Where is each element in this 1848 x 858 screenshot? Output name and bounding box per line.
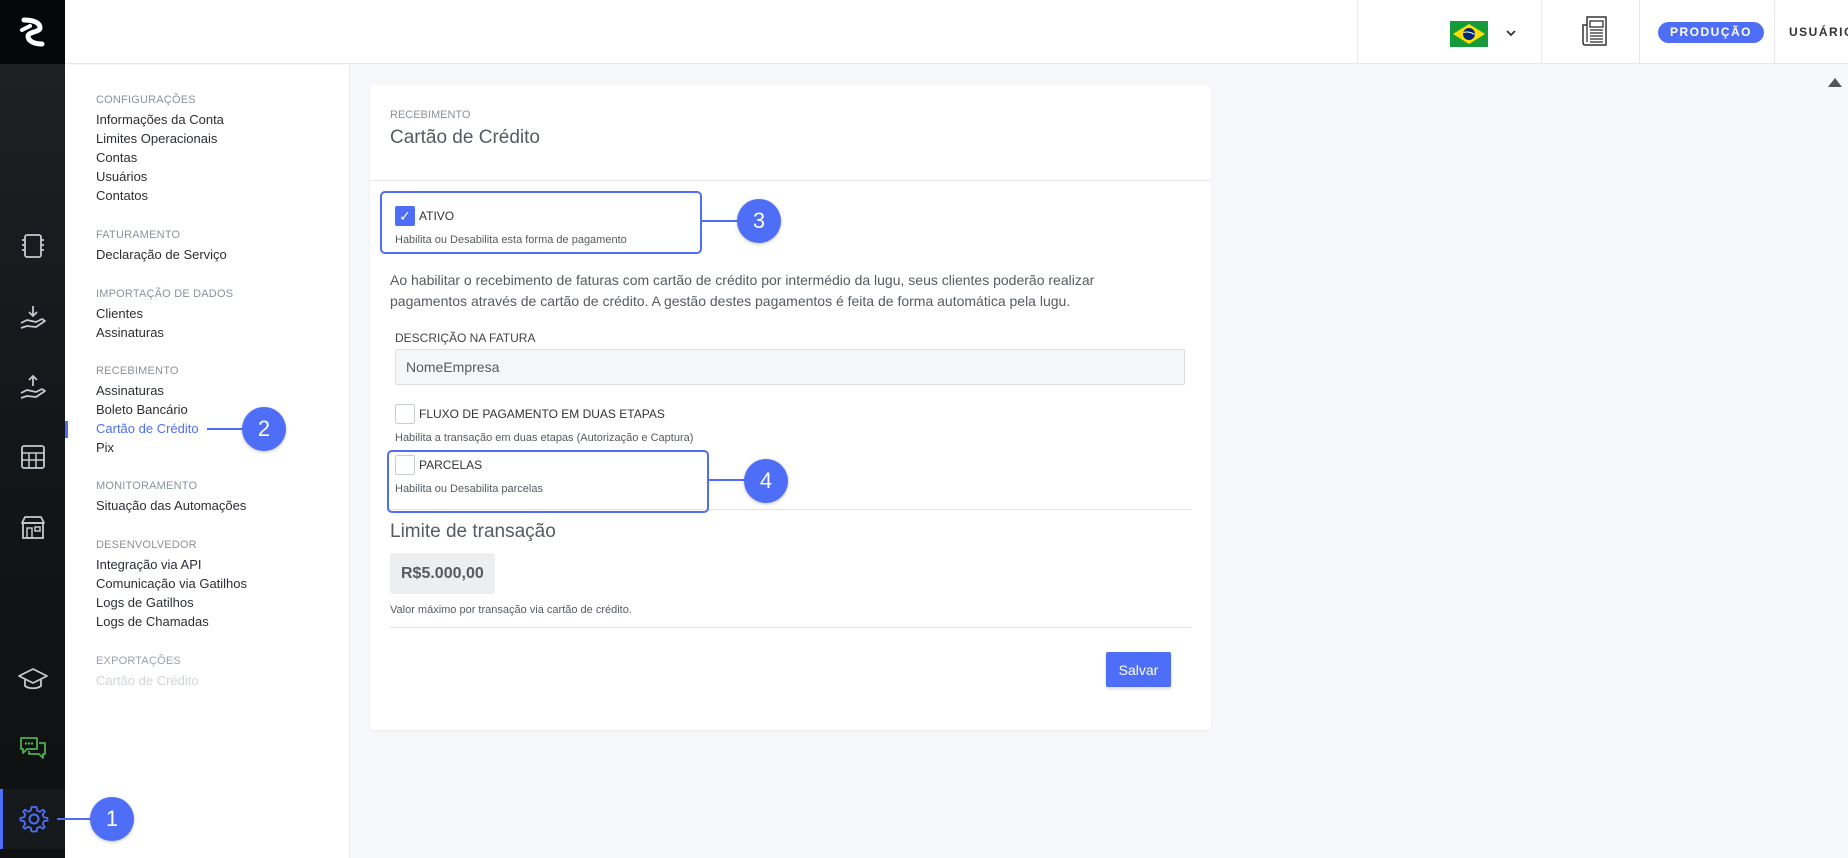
invoice-icon	[21, 234, 44, 258]
top-header: PRODUÇÃO USUÁRIO	[65, 0, 1848, 64]
nav-item-assinaturas-recebimento[interactable]: Assinaturas	[96, 383, 164, 398]
descricao-fatura-label: DESCRIÇÃO NA FATURA	[395, 331, 536, 345]
fluxo-duas-etapas-help: Habilita a transação em duas etapas (Aut…	[395, 432, 694, 444]
header-divider	[1541, 0, 1542, 64]
hand-receive-icon	[20, 306, 46, 329]
rail-invoice-button[interactable]	[0, 221, 65, 271]
nav-item-boleto-bancario[interactable]: Boleto Bancário	[96, 402, 188, 417]
nav-item-exportacao-cartao: Cartão de Crédito	[96, 673, 199, 688]
settings-sidebar: CONFIGURAÇÕES Informações da Conta Limit…	[65, 65, 350, 858]
nav-section-desenvolvedor: DESENVOLVEDOR	[96, 539, 197, 551]
highlight-parcelas	[387, 450, 709, 513]
rail-chat-button[interactable]	[0, 724, 65, 774]
nav-item-logs-gatilhos[interactable]: Logs de Gatilhos	[96, 595, 194, 610]
callout-connector	[57, 818, 93, 820]
nav-item-declaracao-servico[interactable]: Declaração de Serviço	[96, 247, 227, 262]
header-divider	[1639, 0, 1640, 64]
logo-icon	[19, 17, 44, 47]
callout-connector	[709, 479, 747, 481]
nav-section-importacao: IMPORTAÇÃO DE DADOS	[96, 288, 234, 300]
rail-store-button[interactable]	[0, 502, 65, 552]
nav-item-situacao-automacoes[interactable]: Situação das Automações	[96, 498, 246, 513]
rail-receive-button[interactable]	[0, 292, 65, 342]
user-menu-label: USUÁRIO	[1789, 25, 1848, 39]
chat-icon	[19, 737, 46, 759]
nav-item-cartao-credito[interactable]: Cartão de Crédito	[96, 421, 199, 436]
nav-active-indicator	[65, 421, 68, 438]
limite-transacao-title: Limite de transação	[390, 521, 556, 542]
nav-section-faturamento: FATURAMENTO	[96, 229, 181, 241]
hand-send-icon	[20, 374, 46, 399]
callout-badge-1: 1	[90, 797, 134, 841]
nav-item-contatos[interactable]: Contatos	[96, 188, 148, 203]
nav-item-integracao-api[interactable]: Integração via API	[96, 557, 202, 572]
academy-cap-icon	[17, 668, 48, 690]
nav-item-usuarios[interactable]: Usuários	[96, 169, 147, 184]
rail-calculator-button[interactable]	[0, 432, 65, 482]
nav-item-informacoes-conta[interactable]: Informações da Conta	[96, 112, 224, 127]
fluxo-duas-etapas-label: FLUXO DE PAGAMENTO EM DUAS ETAPAS	[419, 407, 665, 421]
left-rail	[0, 0, 65, 858]
descricao-fatura-input[interactable]	[395, 349, 1185, 385]
newspaper-icon	[1582, 16, 1607, 46]
callout-connector	[207, 428, 245, 430]
callout-badge-3: 3	[737, 199, 781, 243]
brazil-flag-icon	[1450, 21, 1488, 47]
rail-academy-button[interactable]	[0, 654, 65, 704]
nav-item-logs-chamadas[interactable]: Logs de Chamadas	[96, 614, 209, 629]
callout-badge-2: 2	[242, 407, 286, 451]
highlight-ativo	[380, 191, 702, 254]
nav-item-contas[interactable]: Contas	[96, 150, 137, 165]
nav-section-monitoramento: MONITORAMENTO	[96, 480, 198, 492]
credit-card-description: Ao habilitar o recebimento de faturas co…	[390, 272, 1095, 309]
page-title: Cartão de Crédito	[390, 127, 540, 148]
scroll-up-arrow[interactable]	[1828, 78, 1842, 87]
credit-card-settings-card: RECEBIMENTO Cartão de Crédito ✓ ATIVO Ha…	[370, 85, 1211, 730]
nav-item-comunicacao-gatilhos[interactable]: Comunicação via Gatilhos	[96, 576, 247, 591]
nav-section-recebimento: RECEBIMENTO	[96, 365, 179, 377]
gear-icon	[19, 806, 49, 833]
environment-badge[interactable]: PRODUÇÃO	[1658, 22, 1765, 43]
section-divider	[390, 627, 1191, 628]
limite-transacao-value[interactable]: R$5.000,00	[390, 553, 495, 594]
save-button[interactable]: Salvar	[1106, 652, 1171, 687]
header-divider	[1357, 0, 1358, 64]
nav-item-clientes[interactable]: Clientes	[96, 306, 143, 321]
store-icon	[20, 516, 45, 539]
card-eyebrow: RECEBIMENTO	[390, 109, 471, 121]
limite-transacao-help: Valor máximo por transação via cartão de…	[390, 604, 632, 616]
chevron-down-icon	[1506, 30, 1516, 37]
fluxo-duas-etapas-checkbox[interactable]	[395, 404, 415, 424]
callout-connector	[702, 220, 740, 222]
rail-settings-button[interactable]	[0, 789, 65, 849]
calculator-icon	[20, 445, 45, 469]
callout-badge-4: 4	[744, 459, 788, 503]
rail-send-button[interactable]	[0, 362, 65, 412]
nav-item-assinaturas-importacao[interactable]: Assinaturas	[96, 325, 164, 340]
nav-item-limites-operacionais[interactable]: Limites Operacionais	[96, 131, 217, 146]
card-header: RECEBIMENTO Cartão de Crédito	[370, 85, 1211, 181]
nav-section-exportacoes: EXPORTAÇÕES	[96, 655, 181, 667]
nav-item-pix[interactable]: Pix	[96, 440, 114, 455]
header-divider	[1774, 0, 1775, 64]
logo[interactable]	[0, 0, 65, 64]
nav-section-configuracoes: CONFIGURAÇÕES	[96, 94, 196, 106]
